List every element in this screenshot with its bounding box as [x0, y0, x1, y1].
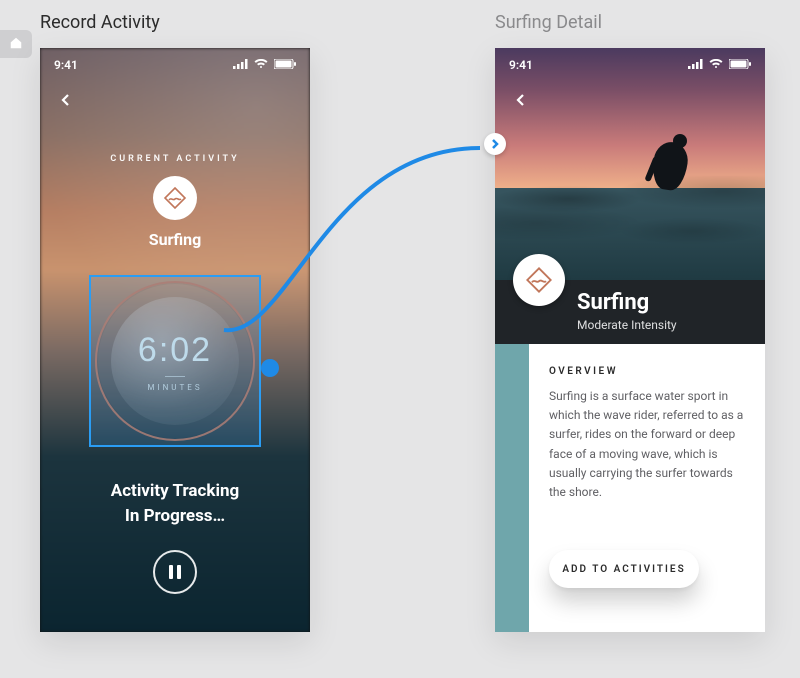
tracking-status-text: Activity Tracking In Progress… — [40, 479, 310, 528]
chevron-right-icon — [490, 139, 500, 149]
pause-button[interactable] — [153, 550, 197, 594]
artboard-label-detail: Surfing Detail — [495, 12, 602, 33]
battery-icon — [729, 58, 751, 72]
back-button[interactable] — [54, 88, 78, 112]
chevron-left-icon — [59, 93, 73, 107]
detail-title: Surfing — [577, 292, 677, 314]
timer-value: 6:02 — [138, 331, 212, 370]
screen-record-activity: 9:41 CURRENT ACTIVITY Surfing 6:02 MINUT… — [40, 48, 310, 632]
timer-face: 6:02 MINUTES — [111, 297, 239, 425]
wifi-icon — [254, 58, 268, 72]
overview-text: Surfing is a surface water sport in whic… — [549, 387, 745, 502]
home-icon — [9, 35, 23, 54]
wave-diamond-icon — [163, 186, 187, 210]
activity-icon-disc[interactable] — [153, 176, 197, 220]
add-to-activities-button[interactable]: ADD TO ACTIVITIES — [549, 550, 699, 588]
signal-icon — [688, 58, 703, 72]
status-time: 9:41 — [54, 58, 78, 72]
activity-icon-disc — [513, 254, 565, 306]
wave-diamond-icon — [525, 266, 553, 294]
screen-surfing-detail: 9:41 Surfing Moderate Intensity OVERVIEW — [495, 48, 765, 632]
activity-name: Surfing — [40, 230, 310, 249]
artboard-label-record: Record Activity — [40, 12, 160, 33]
status-bar: 9:41 — [495, 48, 765, 82]
design-selection-handle[interactable] — [261, 359, 279, 377]
status-bar: 9:41 — [40, 48, 310, 82]
status-time: 9:41 — [509, 58, 533, 72]
pause-icon — [169, 565, 173, 579]
detail-subtitle: Moderate Intensity — [577, 318, 677, 332]
signal-icon — [233, 58, 248, 72]
design-tool-home-button[interactable] — [0, 30, 32, 58]
wifi-icon — [709, 58, 723, 72]
chevron-left-icon — [514, 93, 528, 107]
timer-unit-label: MINUTES — [147, 376, 202, 392]
hero-surfer-silhouette — [649, 136, 703, 200]
overview-label: OVERVIEW — [549, 366, 745, 377]
current-activity-label: CURRENT ACTIVITY — [40, 154, 310, 164]
timer-dial[interactable]: 6:02 MINUTES — [85, 271, 265, 451]
battery-icon — [274, 58, 296, 72]
prototype-link-arrow[interactable] — [484, 133, 506, 155]
pause-icon — [177, 565, 181, 579]
detail-title-bar: Surfing Moderate Intensity — [495, 280, 765, 344]
back-button[interactable] — [509, 88, 533, 112]
accent-stripe — [495, 344, 529, 632]
detail-hero-image: 9:41 — [495, 48, 765, 280]
